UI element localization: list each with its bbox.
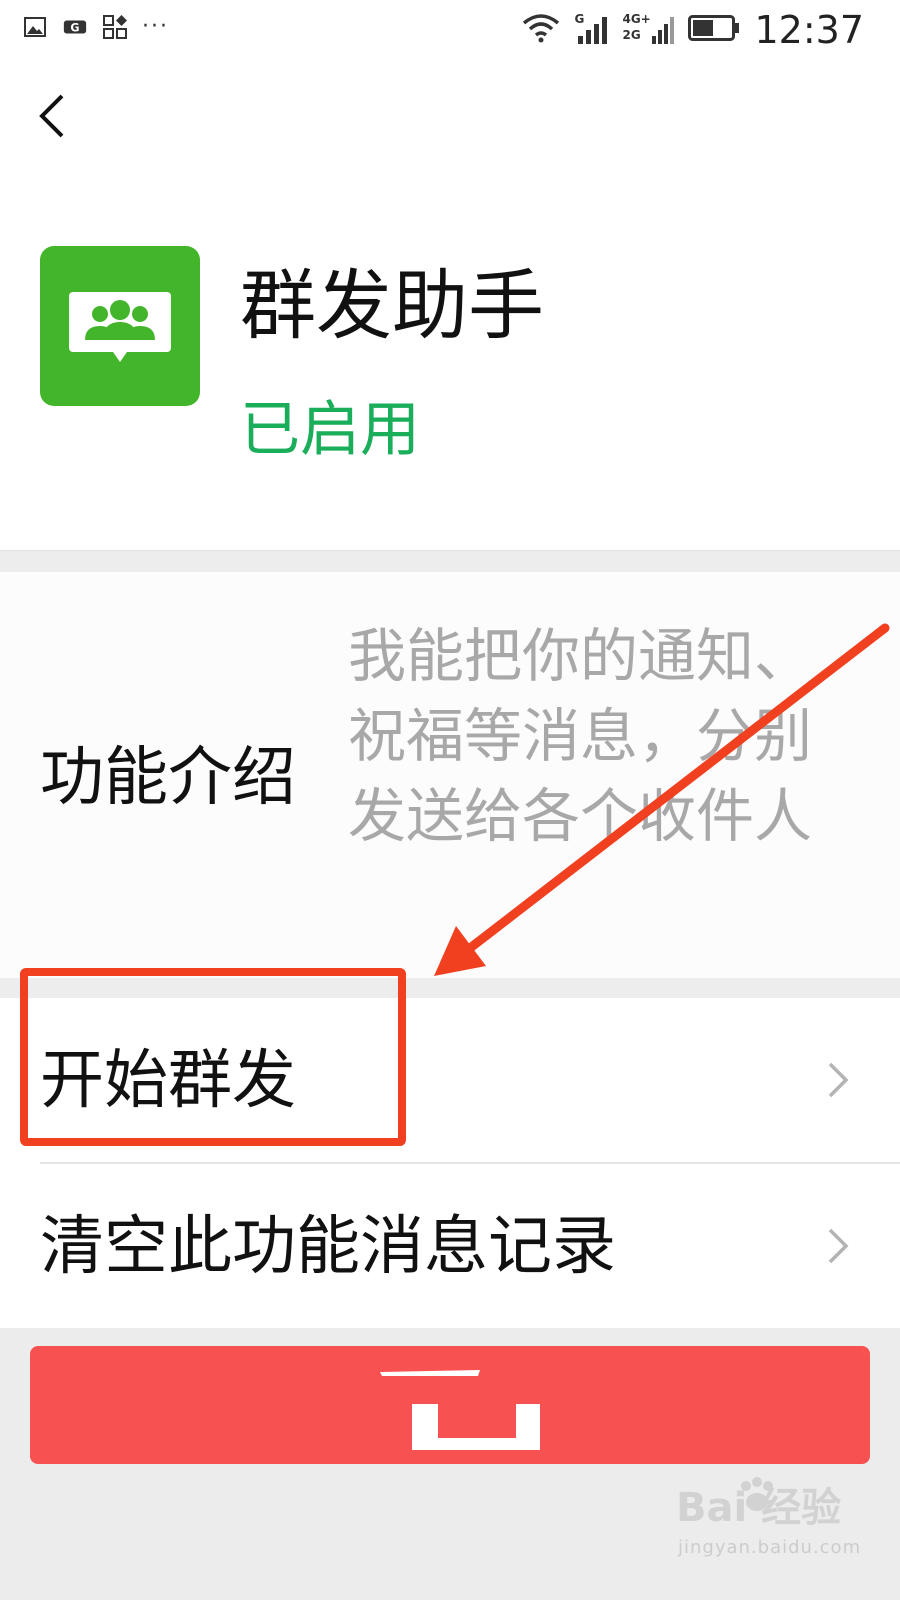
clear-history-label: 清空此功能消息记录 <box>40 1210 616 1284</box>
status-left: G ··· <box>22 14 169 40</box>
section-divider <box>0 550 900 573</box>
clock: 12:37 <box>754 8 864 52</box>
back-button[interactable] <box>26 86 76 146</box>
image-icon <box>22 14 48 40</box>
signal-icon-2: 4G+ 2G <box>622 12 675 46</box>
group-chat-icon <box>40 246 200 406</box>
page-title: 群发助手 <box>240 261 544 350</box>
signal-icon: G <box>574 12 608 46</box>
watermark: Bai 经验 jingyan.baidu.com <box>676 1472 886 1582</box>
annotation-highlight-box <box>20 968 406 1146</box>
status-bar: G ··· G 4G+ 2G 12:37 <box>0 0 900 60</box>
svg-text:G: G <box>70 22 79 35</box>
battery-icon <box>688 15 740 45</box>
chevron-right-icon <box>828 1062 849 1098</box>
nav-bar <box>0 60 900 170</box>
intro-label: 功能介绍 <box>40 741 296 815</box>
wifi-icon <box>522 13 560 47</box>
clear-history-row[interactable]: 清空此功能消息记录 <box>0 1164 900 1328</box>
chevron-right-icon <box>828 1228 849 1264</box>
intro-description: 我能把你的通知、祝福等消息，分别发送给各个收件人 <box>348 622 813 850</box>
status-right: G 4G+ 2G 12:37 <box>522 8 864 52</box>
watermark-url: jingyan.baidu.com <box>678 1537 862 1558</box>
status-badge: 已启用 <box>240 395 420 465</box>
chevron-left-icon <box>39 94 64 138</box>
danger-button[interactable] <box>30 1346 870 1464</box>
header-card: 群发助手 已启用 <box>0 170 900 550</box>
button-text-glyph <box>380 1370 540 1450</box>
overflow-dots: ··· <box>142 14 169 39</box>
apps-icon <box>102 14 128 40</box>
intro-card: 功能介绍 我能把你的通知、祝福等消息，分别发送给各个收件人 <box>0 572 900 978</box>
bottom-area: Bai 经验 jingyan.baidu.com <box>0 1328 900 1600</box>
paw-icon <box>741 1477 773 1511</box>
notification-icon: G <box>62 14 88 40</box>
